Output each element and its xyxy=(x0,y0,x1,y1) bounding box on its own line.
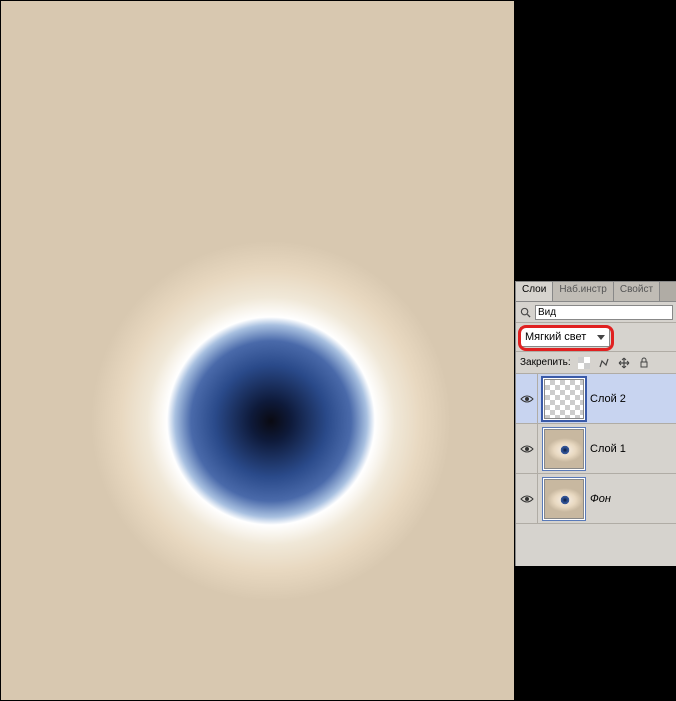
layer-row[interactable]: Слой 2 xyxy=(516,374,676,424)
chevron-down-icon xyxy=(597,335,605,340)
layer-name[interactable]: Слой 1 xyxy=(590,443,626,455)
layer-thumbnail[interactable] xyxy=(544,429,584,469)
layer-name[interactable]: Фон xyxy=(590,493,611,505)
tab-layers[interactable]: Слои xyxy=(516,282,553,301)
eye-icon xyxy=(520,444,534,454)
blend-mode-select[interactable]: Мягкий свет xyxy=(520,327,610,347)
panel-tabs: Слои Наб.инстр Свойст xyxy=(516,282,676,302)
lock-row: Закрепить: xyxy=(516,352,676,374)
lock-position-icon[interactable] xyxy=(617,356,631,370)
layer-thumbnail[interactable] xyxy=(544,479,584,519)
tab-properties[interactable]: Свойст xyxy=(614,282,660,301)
layer-name[interactable]: Слой 2 xyxy=(590,393,626,405)
layer-filter-input[interactable] xyxy=(535,305,673,320)
canvas-image[interactable] xyxy=(0,0,515,701)
layer-list: Слой 2 Слой 1 Фон xyxy=(516,374,676,524)
search-icon xyxy=(520,307,531,318)
layer-row[interactable]: Фон xyxy=(516,474,676,524)
layer-thumbnail[interactable] xyxy=(544,379,584,419)
lock-transparency-icon[interactable] xyxy=(577,356,591,370)
layer-visibility-toggle[interactable] xyxy=(516,374,538,423)
lock-all-icon[interactable] xyxy=(637,356,651,370)
tab-toolpresets[interactable]: Наб.инстр xyxy=(553,282,614,301)
layer-visibility-toggle[interactable] xyxy=(516,424,538,473)
lock-label: Закрепить: xyxy=(520,357,571,368)
layer-visibility-toggle[interactable] xyxy=(516,474,538,523)
layers-panel: Слои Наб.инстр Свойст Мягкий свет Закреп… xyxy=(515,281,676,566)
layer-row[interactable]: Слой 1 xyxy=(516,424,676,474)
eye-icon xyxy=(520,494,534,504)
blend-mode-row: Мягкий свет xyxy=(516,323,676,352)
layer-filter-row xyxy=(516,302,676,323)
blend-mode-value: Мягкий свет xyxy=(525,331,586,343)
lock-pixels-icon[interactable] xyxy=(597,356,611,370)
eye-icon xyxy=(520,394,534,404)
